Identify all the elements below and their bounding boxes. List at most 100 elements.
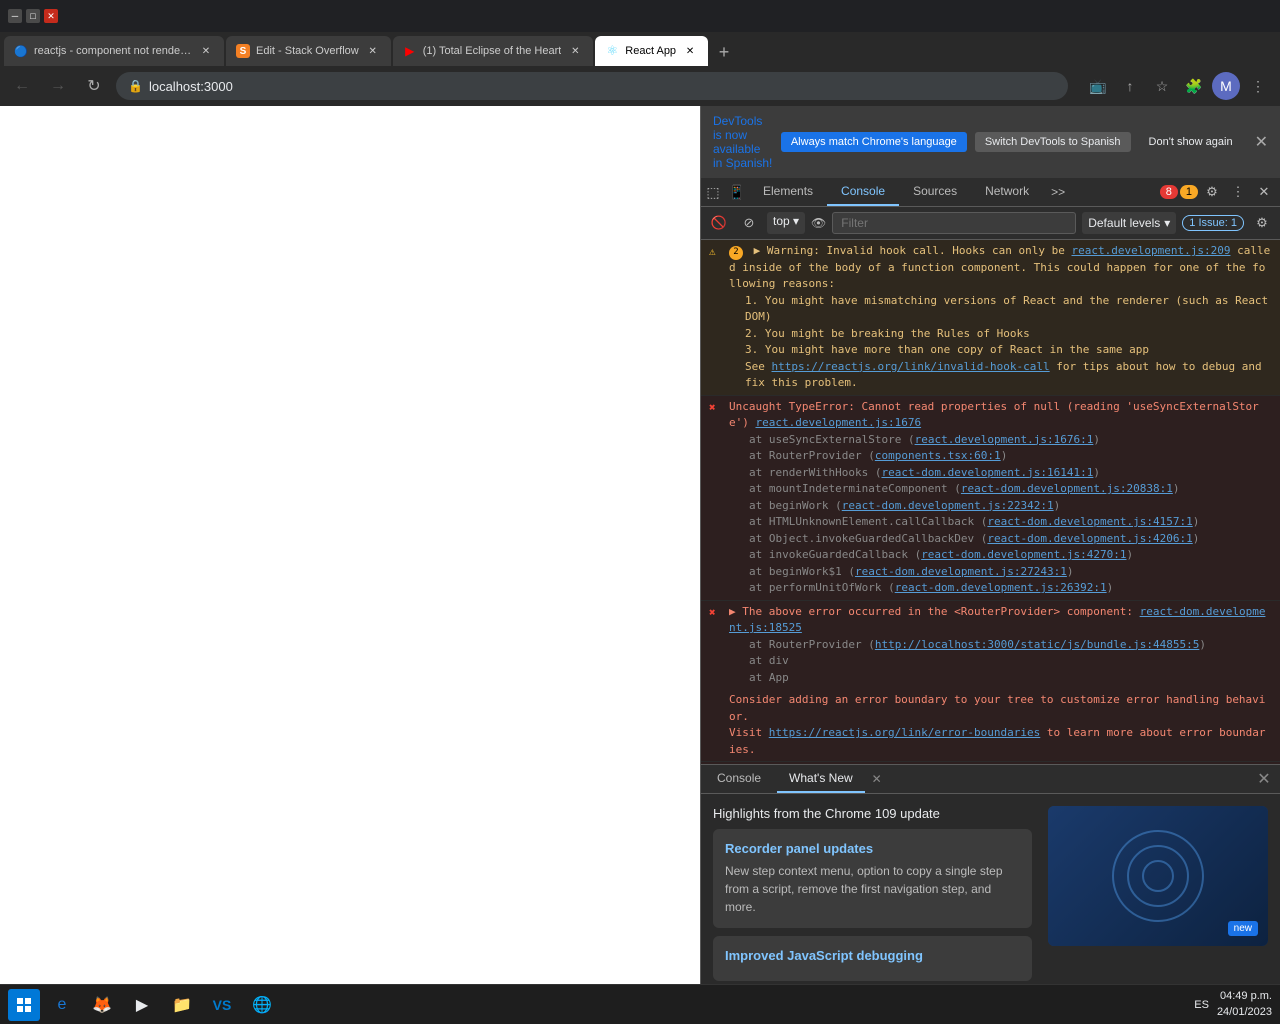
warning-text-1: ▶ Warning: Invalid hook call. Hooks can … bbox=[754, 244, 1072, 257]
devtools-more-icon[interactable]: ⋮ bbox=[1226, 180, 1250, 204]
error-boundary-msg: Consider adding an error boundary to you… bbox=[729, 692, 1272, 758]
console-clear-icon[interactable]: 🚫 bbox=[707, 211, 731, 235]
stack-link-5[interactable]: react-dom.development.js:22342:1 bbox=[842, 499, 1054, 512]
stack-link-2[interactable]: components.tsx:60:1 bbox=[875, 449, 1001, 462]
back-button[interactable]: ← bbox=[8, 72, 36, 100]
forward-button[interactable]: → bbox=[44, 72, 72, 100]
bookmark-icon[interactable]: ☆ bbox=[1148, 72, 1176, 100]
console-filter-bar: 🚫 ⊘ top ▾ 👁 Default levels ▾ 1 Issue: 1 … bbox=[701, 207, 1280, 240]
share-icon[interactable]: ↑ bbox=[1116, 72, 1144, 100]
console-entry-error-2: ✖ ▶ The above error occurred in the <Rou… bbox=[701, 601, 1280, 763]
taskbar-item-vscode[interactable]: VS bbox=[204, 989, 240, 1021]
feature-title-js[interactable]: Improved JavaScript debugging bbox=[725, 948, 1020, 963]
console-level-text: Default levels bbox=[1088, 216, 1160, 230]
taskbar-right: ES 04:49 p.m. 24/01/2023 bbox=[1194, 989, 1272, 1020]
tab1-favicon: 🔵 bbox=[14, 44, 28, 58]
tab4-close[interactable]: ✕ bbox=[682, 43, 698, 59]
taskbar-item-media[interactable]: ▶ bbox=[124, 989, 160, 1021]
img-circles bbox=[1108, 826, 1208, 926]
devtools-inspect-icon[interactable]: ⬚ bbox=[701, 180, 725, 204]
warning-link-1[interactable]: react.development.js:209 bbox=[1072, 244, 1231, 257]
devtools-close-icon[interactable]: ✕ bbox=[1252, 180, 1276, 204]
hooks-link[interactable]: https://reactjs.org/link/invalid-hook-ca… bbox=[772, 360, 1050, 373]
devtools-toolbar-icons: 8 1 ⚙ ⋮ ✕ bbox=[1160, 180, 1280, 204]
feature-card-js: Improved JavaScript debugging bbox=[713, 936, 1032, 981]
error-boundaries-link[interactable]: https://reactjs.org/link/error-boundarie… bbox=[769, 726, 1041, 739]
devtools-toolbar: ⬚ 📱 Elements Console Sources Network >> … bbox=[701, 178, 1280, 207]
eye-icon[interactable]: 👁 bbox=[811, 216, 826, 230]
stack-link-9[interactable]: react-dom.development.js:27243:1 bbox=[855, 565, 1067, 578]
devtools-tab-elements[interactable]: Elements bbox=[749, 178, 827, 206]
tab-stackoverflow[interactable]: S Edit - Stack Overflow ✕ bbox=[226, 36, 391, 66]
console-settings-icon[interactable]: ⚙ bbox=[1250, 211, 1274, 235]
devtools-settings-icon[interactable]: ⚙ bbox=[1200, 180, 1224, 204]
tab2-close[interactable]: ✕ bbox=[365, 43, 381, 59]
start-button[interactable] bbox=[8, 989, 40, 1021]
maximize-button[interactable]: □ bbox=[26, 9, 40, 23]
console-top-select[interactable]: top ▾ bbox=[767, 212, 805, 234]
taskbar-time: 04:49 p.m. 24/01/2023 bbox=[1217, 989, 1272, 1020]
console-level-select[interactable]: Default levels ▾ bbox=[1082, 212, 1176, 234]
notification-btn-primary[interactable]: Always match Chrome's language bbox=[781, 132, 967, 152]
stack-link-7[interactable]: react-dom.development.js:4206:1 bbox=[987, 532, 1192, 545]
reload-button[interactable]: ↻ bbox=[80, 72, 108, 100]
new-badge: new bbox=[1228, 921, 1258, 936]
tab2-title: Edit - Stack Overflow bbox=[256, 45, 359, 57]
notification-btn-dismiss[interactable]: Don't show again bbox=[1139, 132, 1243, 152]
stack-link-10[interactable]: react-dom.development.js:26392:1 bbox=[895, 581, 1107, 594]
extension-icon[interactable]: 🧩 bbox=[1180, 72, 1208, 100]
devtools-tab-console[interactable]: Console bbox=[827, 178, 899, 206]
devtools-tab-network[interactable]: Network bbox=[971, 178, 1043, 206]
profile-icon[interactable]: M bbox=[1212, 72, 1240, 100]
feature-title-recorder[interactable]: Recorder panel updates bbox=[725, 841, 1020, 856]
notification-btn-secondary[interactable]: Switch DevTools to Spanish bbox=[975, 132, 1131, 152]
feature-desc-recorder: New step context menu, option to copy a … bbox=[725, 862, 1020, 916]
stack-link-11[interactable]: http://localhost:3000/static/js/bundle.j… bbox=[875, 638, 1200, 651]
minimize-button[interactable]: ─ bbox=[8, 9, 22, 23]
menu-icon[interactable]: ⋮ bbox=[1244, 72, 1272, 100]
tab-youtube[interactable]: ▶ (1) Total Eclipse of the Heart ✕ bbox=[393, 36, 594, 66]
taskbar-item-ie[interactable]: e bbox=[44, 989, 80, 1021]
taskbar-item-explorer[interactable]: 📁 bbox=[164, 989, 200, 1021]
tab-reactapp[interactable]: ⚛ React App ✕ bbox=[595, 36, 708, 66]
stack-link-3[interactable]: react-dom.development.js:16141:1 bbox=[881, 466, 1093, 479]
stack-link-1[interactable]: react.development.js:1676:1 bbox=[915, 433, 1094, 446]
devtools-tab-more[interactable]: >> bbox=[1043, 179, 1073, 205]
stack-link-8[interactable]: react-dom.development.js:4270:1 bbox=[921, 548, 1126, 561]
taskbar-item-firefox[interactable]: 🦊 bbox=[84, 989, 120, 1021]
close-window-button[interactable]: ✕ bbox=[44, 9, 58, 23]
console-entry-error-1-content: Uncaught TypeError: Cannot read properti… bbox=[729, 399, 1272, 597]
warning-count-badge: 1 bbox=[1180, 185, 1198, 199]
stack-link-4[interactable]: react-dom.development.js:20838:1 bbox=[961, 482, 1173, 495]
new-tab-button[interactable]: + bbox=[710, 38, 738, 66]
bottom-tab-console[interactable]: Console bbox=[705, 765, 773, 793]
console-filter-input[interactable] bbox=[832, 212, 1076, 234]
tab3-close[interactable]: ✕ bbox=[567, 43, 583, 59]
tab2-favicon: S bbox=[236, 44, 250, 58]
devtools-tab-sources[interactable]: Sources bbox=[899, 178, 971, 206]
devtools-device-icon[interactable]: 📱 bbox=[725, 180, 749, 204]
error-source-1[interactable]: react.development.js:1676 bbox=[756, 416, 922, 429]
bottom-panel: Console What's New ✕ ✕ Highlights from t… bbox=[701, 764, 1280, 984]
address-input[interactable]: 🔒 localhost:3000 bbox=[116, 72, 1068, 100]
tab-reactjs[interactable]: 🔵 reactjs - component not renderi... ✕ bbox=[4, 36, 224, 66]
bottom-tab-whats-new[interactable]: What's New bbox=[777, 765, 865, 793]
error-stack-2: at RouterProvider (http://localhost:3000… bbox=[749, 637, 1272, 687]
website-area bbox=[0, 106, 700, 984]
tab1-close[interactable]: ✕ bbox=[198, 43, 214, 59]
warning-icon: ⚠ bbox=[709, 244, 723, 392]
whats-new-close-tab[interactable]: ✕ bbox=[869, 771, 885, 787]
toolbar-icons: 📺 ↑ ☆ 🧩 M ⋮ bbox=[1084, 72, 1272, 100]
whats-new-image: new bbox=[1048, 806, 1268, 946]
taskbar-item-chrome[interactable]: 🌐 bbox=[244, 989, 280, 1021]
error-count-badge: 8 bbox=[1160, 185, 1178, 199]
error-icon-2: ✖ bbox=[709, 605, 723, 759]
console-filter-icon[interactable]: ⊘ bbox=[737, 211, 761, 235]
stack-link-6[interactable]: react-dom.development.js:4157:1 bbox=[987, 515, 1192, 528]
devtools-panel: DevTools is now available in Spanish! Al… bbox=[700, 106, 1280, 984]
cast-icon[interactable]: 📺 bbox=[1084, 72, 1112, 100]
bottom-panel-close[interactable]: ✕ bbox=[1252, 767, 1276, 791]
notification-close-icon[interactable]: ✕ bbox=[1255, 132, 1268, 152]
vscode-icon: VS bbox=[212, 995, 232, 1015]
lock-icon: 🔒 bbox=[128, 79, 143, 93]
